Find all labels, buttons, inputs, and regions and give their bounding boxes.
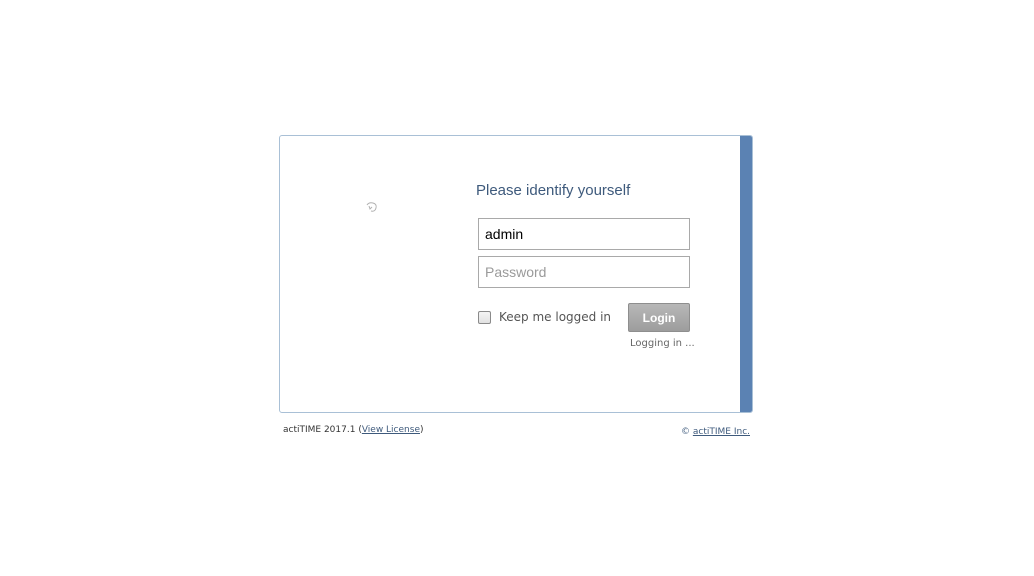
username-field[interactable] <box>478 218 690 250</box>
view-license-link[interactable]: View License <box>362 425 420 435</box>
footer-version: actiTIME 2017.1 (View License) <box>283 425 424 435</box>
broken-image-icon <box>366 202 377 212</box>
keep-logged-in-checkbox[interactable]: Keep me logged in <box>478 310 611 324</box>
password-field[interactable] <box>478 256 690 288</box>
version-text: actiTIME 2017.1 <box>283 425 356 435</box>
login-status-text: Logging in ... <box>630 338 695 349</box>
login-title: Please identify yourself <box>476 182 631 199</box>
checkbox-icon[interactable] <box>478 310 491 324</box>
login-button[interactable]: Login <box>628 303 690 332</box>
footer-copyright: © actiTIME Inc. <box>681 427 750 437</box>
keep-logged-in-label: Keep me logged in <box>499 310 612 324</box>
panel-accent-bar <box>740 136 752 412</box>
login-panel: Please identify yourself Keep me logged … <box>279 135 753 413</box>
company-link[interactable]: actiTIME Inc. <box>693 427 750 437</box>
copyright-symbol: © <box>681 427 690 437</box>
